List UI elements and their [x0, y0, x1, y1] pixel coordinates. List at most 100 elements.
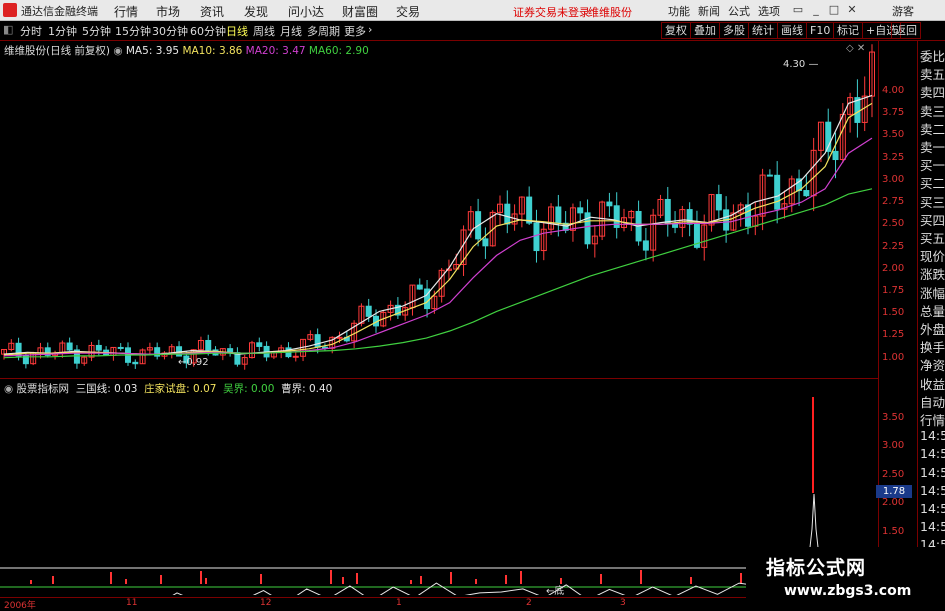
quote-field-label: 卖四: [920, 85, 945, 101]
tab-fenshi[interactable]: 分时: [20, 23, 42, 39]
signal-bar: [475, 579, 477, 584]
tab-monthly[interactable]: 月线: [280, 23, 302, 39]
quote-field-label: 买一: [920, 158, 945, 174]
ma-line-ma20: [3, 137, 873, 357]
btn-diejia[interactable]: 叠加: [690, 22, 720, 39]
y-tick-label: 1.50: [882, 525, 905, 537]
title-bar: 通达信金融终端 行情 市场 资讯 发现 问小达 财富圈 交易 证券交易未登录 维…: [0, 0, 945, 21]
candle-body: [66, 342, 73, 351]
quote-field-label: 买五: [920, 231, 945, 246]
signal-bar: [640, 570, 642, 584]
menu-shichang[interactable]: 市场: [156, 3, 180, 20]
candle-body: [642, 240, 649, 251]
bottom-marker: ←底: [546, 586, 565, 597]
stock-tag[interactable]: 维维股份: [588, 4, 632, 20]
tab-daily[interactable]: 日线: [226, 23, 248, 39]
btn-biaoji[interactable]: 标记: [833, 22, 863, 39]
menu-wenxiaoda[interactable]: 问小达: [288, 3, 324, 20]
candle-body: [715, 194, 722, 211]
signal-bar: [450, 572, 452, 584]
x-tick-label: 2006年: [4, 601, 36, 611]
menu-jiaoyi[interactable]: 交易: [396, 3, 420, 20]
window-minimize-icon[interactable]: _: [808, 2, 824, 17]
quote-field-label: 卖五: [920, 67, 945, 83]
y-tick-label: 2.50: [882, 468, 905, 480]
tab-weekly[interactable]: 周线: [253, 23, 275, 39]
btn-back[interactable]: 返回: [891, 22, 921, 39]
btn-duogu[interactable]: 多股: [719, 22, 749, 39]
app-logo-icon: [3, 3, 17, 17]
signal-bar: [260, 574, 262, 584]
guest-label[interactable]: 游客: [892, 3, 914, 19]
btn-f10[interactable]: F10: [806, 22, 835, 39]
candlestick-chart: [1, 44, 875, 370]
tab-more[interactable]: 更多: [344, 23, 366, 39]
signal-bar: [52, 576, 54, 584]
menu-xinwen[interactable]: 新闻: [698, 3, 720, 19]
candle-body: [504, 203, 511, 225]
tab-multi-period[interactable]: 多周期: [307, 23, 340, 39]
low-price-label: ←0.92: [178, 357, 209, 368]
y-tick-label: 1.75: [882, 285, 905, 296]
tab-30min[interactable]: 30分钟: [152, 23, 188, 39]
high-price-label: 4.30 —: [783, 59, 819, 70]
x-tick-label: 1: [396, 598, 402, 608]
btn-fuquan[interactable]: 复权: [661, 22, 691, 39]
signal-bar: [410, 580, 412, 584]
btn-tongji[interactable]: 统计: [748, 22, 778, 39]
signal-spike: [812, 397, 814, 493]
candle-body: [117, 346, 124, 349]
candle-body: [526, 196, 533, 224]
candle-body: [664, 198, 671, 224]
menu-gongshi[interactable]: 公式: [728, 3, 750, 19]
menu-faxian[interactable]: 发现: [244, 3, 268, 20]
menu-caifuquan[interactable]: 财富圈: [342, 3, 378, 20]
tab-5min[interactable]: 5分钟: [82, 23, 111, 39]
quote-panel-strip[interactable]: 委比 卖五 卖四 卖三 卖二 卖一 买一 买二 买三 买四 买五 现价 涨跌 涨幅 总量 外盘 换手 净资 收益 自动…: [917, 41, 945, 595]
menu-xuanxiang[interactable]: 选项: [758, 3, 780, 19]
current-value-box: 1.78: [876, 485, 912, 498]
candle-body: [314, 334, 321, 348]
quote-field-label: 收益: [920, 376, 945, 392]
signal-bar: [420, 576, 422, 584]
signal-bar: [330, 570, 332, 584]
window-close-icon[interactable]: ✕: [844, 2, 860, 17]
quote-field-label: 买二: [920, 176, 945, 192]
candle-body: [416, 284, 423, 290]
signal-bar: [110, 572, 112, 584]
candle-body: [292, 355, 299, 358]
period-toolbar: ◧ 分时 1分钟 5分钟 15分钟 30分钟 60分钟 日线 周线 月线 多周期…: [0, 21, 945, 41]
candle-body: [533, 222, 540, 252]
quote-field-label: 卖三: [920, 103, 945, 119]
login-notice[interactable]: 证券交易未登录: [513, 4, 590, 20]
signal-bar: [690, 577, 692, 584]
menu-hangqing[interactable]: 行情: [114, 3, 138, 20]
quote-field-label: 14:56: [920, 482, 945, 498]
window-restore-icon[interactable]: ▭: [790, 2, 806, 17]
btn-huaxian[interactable]: 画线: [777, 22, 807, 39]
y-tick-label: 3.00: [882, 173, 905, 185]
quote-field-label: 涨跌: [920, 267, 945, 283]
y-tick-label: 2.50: [882, 218, 905, 230]
window-maximize-icon[interactable]: □: [826, 2, 842, 17]
quote-field-label: 买三: [920, 194, 945, 210]
app-title: 通达信金融终端: [21, 5, 98, 18]
menu-zixun[interactable]: 资讯: [200, 3, 224, 20]
x-tick-label: 12: [260, 598, 272, 608]
candle-body: [766, 174, 773, 177]
quote-field-label: 外盘: [920, 322, 945, 337]
menu-gongneng[interactable]: 功能: [668, 3, 690, 19]
quote-field-label: 卖一: [920, 140, 945, 155]
candle-body: [256, 342, 263, 347]
candle-body: [365, 305, 372, 317]
tab-1min[interactable]: 1分钟: [48, 23, 77, 39]
quote-field-label: 委比: [920, 49, 945, 64]
tab-60min[interactable]: 60分钟: [190, 23, 226, 39]
chevron-right-icon[interactable]: ›: [368, 23, 372, 36]
collapse-icon[interactable]: ◧: [3, 23, 13, 36]
candle-body: [132, 361, 139, 365]
tab-15min[interactable]: 15分钟: [115, 23, 151, 39]
main-chart-pane[interactable]: 维维股份(日线 前复权) ◉ MA5: 3.95 MA10: 3.86 MA20…: [0, 41, 879, 379]
quote-field-label: 14:56: [920, 519, 945, 535]
signal-bar: [200, 571, 202, 584]
